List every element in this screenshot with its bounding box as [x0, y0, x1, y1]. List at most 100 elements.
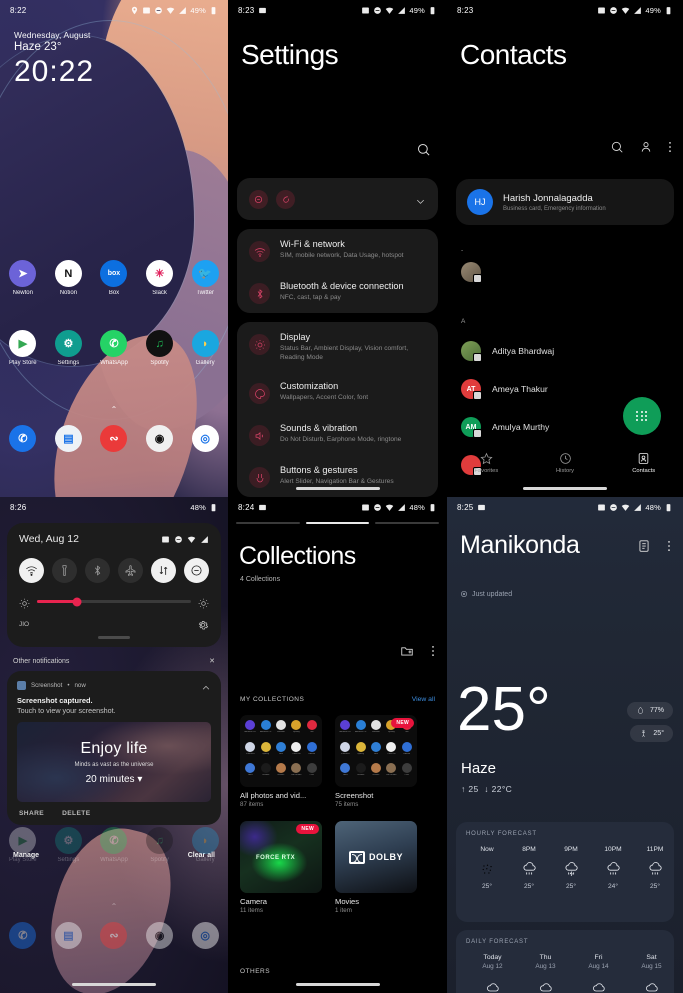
navigation-pill[interactable] [295, 983, 380, 986]
notification-card[interactable]: Screenshot • now Screenshot captured. To… [7, 671, 221, 825]
drag-handle[interactable] [98, 636, 130, 639]
contact-row[interactable] [461, 262, 673, 283]
data-tile[interactable] [151, 558, 176, 583]
search-icon[interactable] [610, 140, 624, 154]
collection-item[interactable]: Amazon Pri Amazon Pri Medium Spotify Tel… [335, 715, 417, 808]
app-play-store[interactable]: ▶ Play Store [3, 330, 43, 366]
settings-item-sounds-vibration[interactable]: Sounds & vibration Do Not Disturb, Earph… [237, 413, 438, 455]
brightness-slider-row[interactable] [19, 596, 209, 609]
newton-icon[interactable]: ➤ [9, 260, 37, 287]
add-person-icon[interactable] [639, 140, 653, 154]
airplane-tile[interactable] [118, 558, 143, 583]
twitter-icon[interactable]: 🐦 [191, 260, 219, 287]
nav-tab-contacts[interactable]: Contacts [604, 452, 683, 474]
app-slack[interactable]: ✳ Slack [140, 260, 180, 296]
collection-thumbnail[interactable]: Amazon Pri Amazon Pri Medium Spotify Tel… [240, 715, 322, 787]
daily-forecast-row[interactable]: Today Aug 12 Thu Aug 13 Fri Aug 14 Sat A… [466, 954, 664, 993]
collection-thumbnail[interactable]: Amazon Pri Amazon Pri Medium Spotify Tel… [335, 715, 417, 787]
bluetooth-tile[interactable] [85, 558, 110, 583]
chevron-up-icon[interactable] [201, 680, 211, 690]
delete-action[interactable]: DELETE [62, 810, 90, 817]
app-box[interactable]: box Box [94, 260, 134, 296]
app-newton[interactable]: ➤ Newton [3, 260, 43, 296]
app-camera[interactable]: ◉ [140, 922, 180, 949]
app-whatsapp[interactable]: ✆ WhatsApp [94, 330, 134, 366]
spotify-icon[interactable]: ♫ [146, 330, 174, 357]
tab-indicator-collections[interactable] [305, 522, 370, 524]
app-notion[interactable]: N Notion [48, 260, 88, 296]
contacts-icon[interactable]: ∾ [100, 922, 128, 949]
app-settings[interactable]: ⚙ Settings [48, 827, 88, 863]
list-icon[interactable] [637, 539, 651, 553]
app-phone[interactable]: ✆ [3, 922, 43, 949]
settings-item-bluetooth-device-connection[interactable]: Bluetooth & device connection NFC, cast,… [237, 271, 438, 313]
app-play-store[interactable]: ▶ Play Store [3, 827, 43, 863]
tab-indicator-explore[interactable] [375, 522, 440, 524]
collection-item[interactable]: DOLBY Movies 1 item [335, 821, 417, 914]
app-phone[interactable]: ✆ [3, 425, 43, 452]
contact-row[interactable]: AT Ameya Thakur [461, 379, 673, 400]
dialpad-fab[interactable] [623, 397, 661, 435]
app-gallery[interactable]: ◗ Gallery [185, 827, 225, 863]
collection-item[interactable]: Amazon Pri Amazon Pri Medium Spotify Tel… [240, 715, 322, 808]
brightness-auto-icon[interactable] [198, 596, 209, 609]
app-twitter[interactable]: 🐦 Twitter [185, 260, 225, 296]
app-whatsapp[interactable]: ✆ WhatsApp [94, 827, 134, 863]
camera-icon[interactable]: ◉ [146, 425, 174, 452]
overflow-menu-icon[interactable] [667, 539, 671, 553]
collection-thumbnail[interactable]: DOLBY [335, 821, 417, 893]
settings-icon[interactable]: ⚙ [54, 827, 82, 854]
nav-tab-history[interactable]: History [526, 452, 605, 474]
contact-row[interactable]: Aditya Bhardwaj [461, 341, 673, 362]
slack-icon[interactable]: ✳ [146, 260, 174, 287]
nav-tab-favorites[interactable]: Favorites [447, 452, 526, 474]
play-store-icon[interactable]: ▶ [9, 330, 37, 357]
app-messages[interactable]: ▤ [48, 425, 88, 452]
overflow-menu-icon[interactable] [668, 140, 672, 154]
overflow-menu-icon[interactable] [431, 644, 435, 658]
app-spotify[interactable]: ♫ Spotify [140, 330, 180, 366]
notification-image-preview[interactable]: Enjoy life Minds as vast as the universe… [17, 722, 211, 802]
dnd-tile[interactable] [184, 558, 209, 583]
hourly-forecast-card[interactable]: HOURLY FORECAST Now 25° 8PM 25° 9PM 25° … [456, 822, 674, 922]
navigation-pill[interactable] [72, 983, 156, 986]
app-settings[interactable]: ⚙ Settings [48, 330, 88, 366]
suggestion-chip-1[interactable] [249, 189, 268, 209]
phone-icon[interactable]: ✆ [9, 922, 37, 949]
app-contacts[interactable]: ∾ [94, 922, 134, 949]
gear-icon[interactable] [197, 618, 209, 630]
whatsapp-icon[interactable]: ✆ [100, 827, 128, 854]
new-folder-icon[interactable] [400, 644, 414, 658]
gallery-icon[interactable]: ◗ [191, 827, 219, 854]
box-icon[interactable]: box [100, 260, 128, 287]
collection-item[interactable]: FORCE RTX NEW Camera 11 items [240, 821, 322, 914]
share-action[interactable]: SHARE [19, 810, 44, 817]
app-messages[interactable]: ▤ [48, 922, 88, 949]
chevron-down-icon[interactable] [415, 194, 426, 205]
messages-icon[interactable]: ▤ [54, 922, 82, 949]
brightness-knob[interactable] [72, 597, 82, 606]
my-contact-card[interactable]: HJ Harish Jonnalagadda Business card, Em… [456, 179, 674, 225]
collection-thumbnail[interactable]: FORCE RTX NEW [240, 821, 322, 893]
close-icon[interactable]: ✕ [209, 657, 215, 665]
contacts-icon[interactable]: ∾ [100, 425, 128, 452]
chrome-icon[interactable]: ◎ [191, 922, 219, 949]
settings-item-buttons-gestures[interactable]: Buttons & gestures Alert Slider, Navigat… [237, 455, 438, 497]
search-icon[interactable] [416, 142, 431, 157]
app-contacts[interactable]: ∾ [94, 425, 134, 452]
app-spotify[interactable]: ♫ Spotify [140, 827, 180, 863]
app-chrome[interactable]: ◎ [185, 922, 225, 949]
settings-suggestion-card[interactable] [237, 178, 438, 220]
navigation-pill[interactable] [523, 487, 607, 490]
tab-indicator-photos[interactable] [236, 522, 300, 524]
app-chrome[interactable]: ◎ [185, 425, 225, 452]
settings-item-display[interactable]: Display Status Bar, Ambient Display, Vis… [237, 322, 438, 371]
wifi-tile[interactable] [19, 558, 44, 583]
daily-forecast-card[interactable]: DAILY FORECAST Today Aug 12 Thu Aug 13 F… [456, 930, 674, 993]
suggestion-chip-2[interactable] [276, 189, 295, 209]
app-gallery[interactable]: ◗ Gallery [185, 330, 225, 366]
view-all-link[interactable]: View all [412, 696, 435, 703]
phone-icon[interactable]: ✆ [9, 425, 37, 452]
lockscreen-weather[interactable]: Haze 23° [14, 41, 94, 53]
notion-icon[interactable]: N [54, 260, 82, 287]
